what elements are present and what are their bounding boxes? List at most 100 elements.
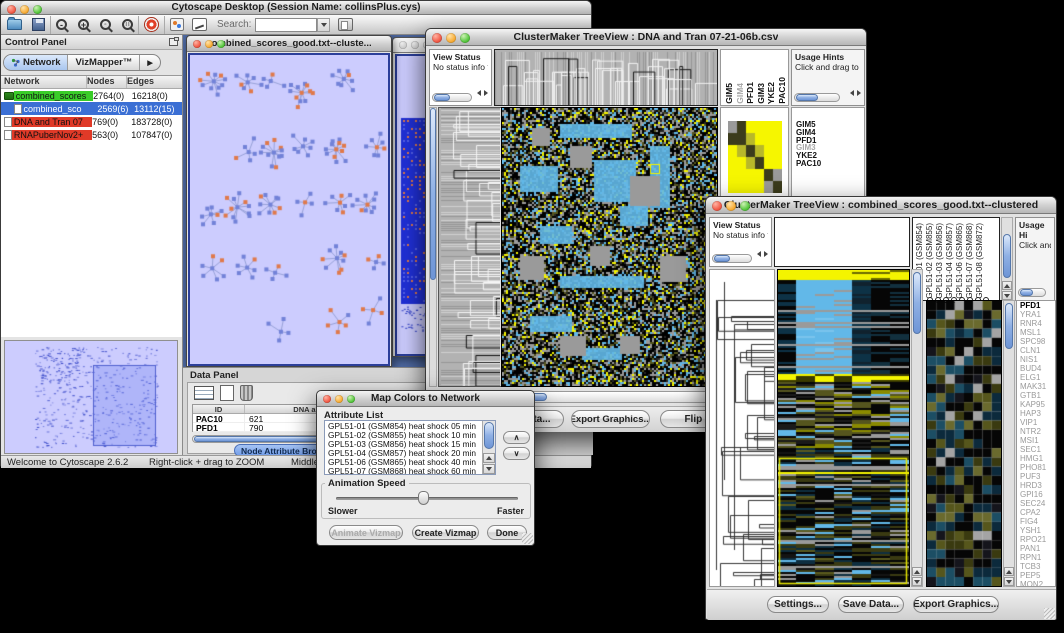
dialog-titlebar[interactable]: Map Colors to Network xyxy=(317,391,534,407)
animation-speed-label: Animation Speed xyxy=(325,478,409,489)
close-icon[interactable] xyxy=(7,5,16,14)
tv1-status-scrollbar[interactable] xyxy=(432,93,472,102)
faster-label: Faster xyxy=(497,506,524,516)
attribute-list-scrollbar[interactable] xyxy=(482,421,495,474)
speed-slider-thumb[interactable] xyxy=(418,491,429,505)
minimize-icon[interactable] xyxy=(20,5,29,14)
table-mode-icon[interactable] xyxy=(194,386,214,400)
search-dropdown-icon[interactable] xyxy=(317,18,330,32)
network-list-row[interactable]: DNA and Tran 07769(0)183728(0) xyxy=(1,115,182,128)
zoom-window-icon[interactable] xyxy=(217,40,225,48)
tv2-titlebar[interactable]: ClusterMaker TreeView : combined_scores_… xyxy=(706,197,1056,214)
search-input[interactable] xyxy=(255,18,317,32)
attribute-list[interactable]: GPL51-01 (GSM854) heat shock 05 minGPL51… xyxy=(324,420,496,475)
network-nodes-count: 2569(6) xyxy=(97,104,134,114)
zoom-window-icon[interactable] xyxy=(460,33,470,43)
tv1-usage-scrollbar[interactable] xyxy=(794,93,840,102)
tv1-vscrollbar[interactable] xyxy=(429,107,437,387)
tv1-title: ClusterMaker TreeView : DNA and Tran 07-… xyxy=(514,31,779,43)
tv2-status-scrollbar[interactable] xyxy=(712,254,752,263)
doc-icon xyxy=(4,117,12,127)
col-nodes[interactable]: Nodes xyxy=(87,76,127,88)
tab-network[interactable]: Network xyxy=(4,55,68,70)
minimize-icon[interactable] xyxy=(726,201,736,211)
tv2-zoom-heatmap[interactable] xyxy=(926,300,1002,587)
save-icon[interactable] xyxy=(32,18,45,31)
resize-grip[interactable] xyxy=(1044,608,1055,619)
tv2-labels-vscrollbar[interactable] xyxy=(1001,217,1013,301)
done-button[interactable]: Done xyxy=(487,525,527,540)
minimize-icon[interactable] xyxy=(335,395,343,403)
tv2-gene-label: VIP1 xyxy=(1020,418,1055,427)
window-controls[interactable] xyxy=(7,5,42,14)
move-down-button[interactable]: ∨ xyxy=(503,447,530,460)
dp-col-id[interactable]: ID xyxy=(193,405,245,413)
tv2-export-graphics-button[interactable]: Export Graphics... xyxy=(913,596,999,613)
tv2-usage-scrollbar[interactable] xyxy=(1018,288,1046,297)
zoom-window-icon[interactable] xyxy=(740,201,750,211)
network-view-titlebar[interactable]: combined_scores_good.txt--cluste... xyxy=(187,36,391,52)
tv2-gene-label: HRD3 xyxy=(1020,481,1055,490)
tv2-gene-list[interactable]: PFD1YRA1RNR4MSL1SPC98CLN1NIS1BUD4ELG1MAK… xyxy=(1016,300,1056,587)
network-list-row[interactable]: RNAPuberNov2+563(0)107847(0) xyxy=(1,128,182,141)
help-lifesaver-icon[interactable] xyxy=(144,17,159,32)
tab-overflow[interactable]: ▶ xyxy=(140,55,159,70)
network-nodes-count: 563(0) xyxy=(92,130,131,140)
tv2-row-dendrogram[interactable] xyxy=(709,269,775,587)
create-vizmap-button[interactable]: Create Vizmap xyxy=(412,525,479,540)
resize-grip[interactable] xyxy=(522,533,533,544)
close-icon[interactable] xyxy=(193,40,201,48)
tv2-gene-label: GPI16 xyxy=(1020,490,1055,499)
tv2-column-label: GPL51-07 (GSM868) xyxy=(966,223,974,299)
col-edges[interactable]: Edges xyxy=(127,76,179,88)
close-icon[interactable] xyxy=(432,33,442,43)
attribute-browser-icon[interactable] xyxy=(338,18,353,31)
animate-vizmap-button[interactable]: Animate Vizmap xyxy=(329,525,403,540)
zoom-in-icon[interactable]: + xyxy=(78,19,89,30)
move-up-button[interactable]: ∧ xyxy=(503,431,530,444)
float-panel-icon[interactable] xyxy=(169,38,178,46)
tv2-column-dendrogram-area xyxy=(774,217,910,267)
vizmapper-edit-icon[interactable] xyxy=(192,18,207,31)
tv2-heatmap[interactable] xyxy=(777,269,910,587)
annotation-icon[interactable] xyxy=(170,18,184,31)
tv2-zoom-vscrollbar[interactable] xyxy=(1003,300,1015,587)
zoom-selected-icon[interactable]: ▫ xyxy=(100,19,111,30)
tv1-column-labels: GIM5GIM4PFD1GIM3YKE2PAC10 xyxy=(720,49,789,106)
open-file-icon[interactable] xyxy=(7,19,22,30)
tv1-gene-label: PAC10 xyxy=(796,160,864,168)
close-icon[interactable] xyxy=(712,201,722,211)
tv2-gene-label: PHO81 xyxy=(1020,463,1055,472)
tv2-settings-button[interactable]: Settings... xyxy=(767,596,829,613)
close-icon[interactable] xyxy=(323,395,331,403)
delete-attribute-icon[interactable] xyxy=(240,385,253,401)
zoom-fit-icon[interactable]: ∷ xyxy=(122,19,133,30)
tv2-gene-label: ELG1 xyxy=(1020,373,1055,382)
tv1-row-dendrogram[interactable] xyxy=(438,107,501,387)
tv2-column-labels: GPL51-01 (GSM854)GPL51-02 (GSM855)GPL51-… xyxy=(912,217,1000,301)
tv2-gene-label: PAN1 xyxy=(1020,544,1055,553)
tv1-heatmap[interactable] xyxy=(501,107,718,387)
network-list-row[interactable]: combined_scores2764(0)16218(0) xyxy=(1,89,182,102)
tv2-column-label: GPL51-06 (GSM865) xyxy=(956,223,964,299)
network-list-row[interactable]: combined_sco2569(6)13112(15) xyxy=(1,102,182,115)
zoom-window-icon[interactable] xyxy=(347,395,355,403)
tv2-gene-label: RPN1 xyxy=(1020,553,1055,562)
col-network[interactable]: Network xyxy=(1,76,87,88)
zoom-window-icon[interactable] xyxy=(33,5,42,14)
tv2-heatmap-vscrollbar[interactable] xyxy=(911,269,923,587)
tv1-export-graphics-button[interactable]: Export Graphics... xyxy=(571,410,650,428)
main-titlebar[interactable]: Cytoscape Desktop (Session Name: collins… xyxy=(1,1,591,15)
tv1-correlation-matrix[interactable] xyxy=(728,121,782,193)
network-canvas[interactable] xyxy=(190,55,388,364)
tv1-titlebar[interactable]: ClusterMaker TreeView : DNA and Tran 07-… xyxy=(426,29,866,46)
minimize-icon[interactable] xyxy=(446,33,456,43)
tab-vizmapper[interactable]: VizMapper™ xyxy=(68,55,140,70)
zoom-out-icon[interactable]: - xyxy=(56,19,67,30)
attribute-list-item[interactable]: GPL51-07 (GSM868) heat shock 60 min xyxy=(328,467,495,475)
tv1-column-dendrogram[interactable] xyxy=(494,49,718,106)
minimize-icon[interactable] xyxy=(205,40,213,48)
tv2-save-data-button[interactable]: Save Data... xyxy=(838,596,904,613)
network-overview[interactable] xyxy=(4,340,178,454)
new-attribute-icon[interactable] xyxy=(220,385,234,401)
